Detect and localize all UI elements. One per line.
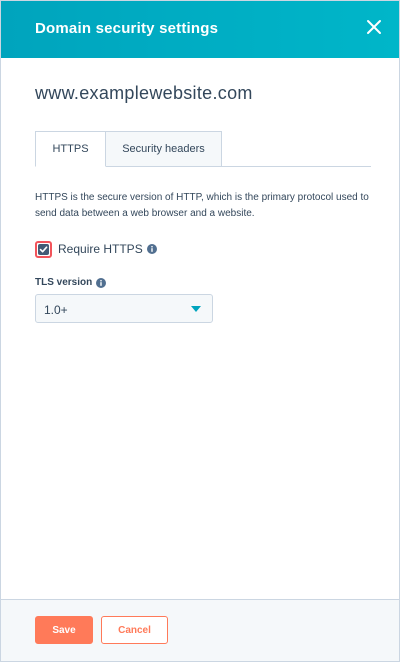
info-icon[interactable] <box>96 277 107 288</box>
tab-label: HTTPS <box>52 143 89 155</box>
https-description: HTTPS is the secure version of HTTP, whi… <box>35 192 369 219</box>
close-icon <box>367 20 381 34</box>
cancel-button[interactable]: Cancel <box>101 616 168 644</box>
save-button[interactable]: Save <box>35 616 93 644</box>
tls-version-label: TLS version <box>35 277 93 288</box>
tls-selected-value: 1.0+ <box>44 303 68 317</box>
tab-bar: Security headers HTTPS <box>35 131 371 167</box>
require-https-label: Require HTTPS <box>58 242 143 256</box>
panel-title: Domain security settings <box>35 20 219 37</box>
tab-security-headers[interactable]: Security headers <box>105 131 222 167</box>
tls-version-select[interactable]: 1.0+ <box>35 294 213 323</box>
settings-panel: Domain security settings www.examplewebs… <box>0 0 400 662</box>
panel-footer: Save Cancel <box>1 599 399 661</box>
tls-label-row: TLS version <box>35 277 107 288</box>
require-https-row: Require HTTPS <box>35 239 157 259</box>
domain-name: www.examplewebsite.com <box>35 83 253 103</box>
caret-down-icon <box>191 306 201 312</box>
check-icon <box>39 245 48 252</box>
panel-header: Domain security settings <box>1 1 399 58</box>
close-button[interactable] <box>365 18 383 36</box>
tab-label: Security headers <box>122 143 205 155</box>
require-https-checkbox[interactable] <box>35 240 52 258</box>
tab-divider <box>221 166 371 167</box>
tab-https[interactable]: HTTPS <box>35 131 106 167</box>
checkbox-fill <box>38 243 49 255</box>
info-icon[interactable] <box>146 244 157 254</box>
